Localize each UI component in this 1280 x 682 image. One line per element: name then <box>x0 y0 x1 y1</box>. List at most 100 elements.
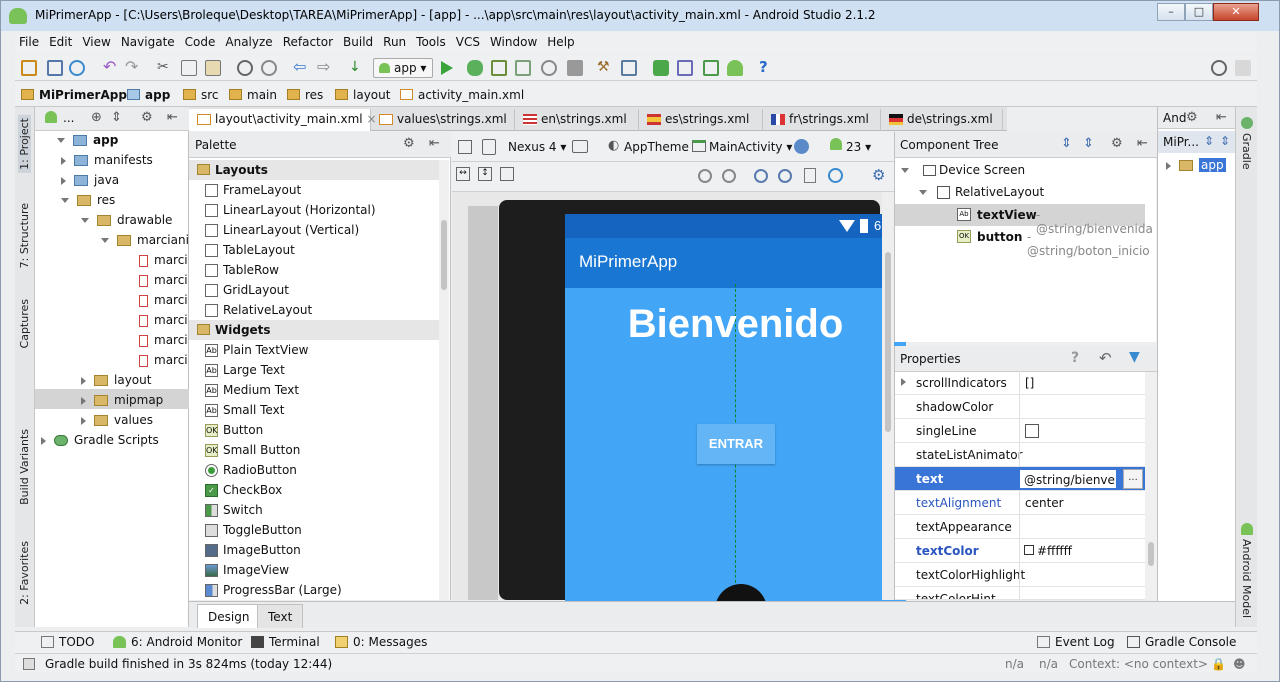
breadcrumb-src[interactable]: src <box>183 88 219 102</box>
menu-help[interactable]: Help <box>543 33 580 49</box>
menu-run[interactable]: Run <box>379 33 412 49</box>
screenshot-icon[interactable] <box>804 168 816 183</box>
terminal-tab[interactable]: Terminal <box>251 635 320 649</box>
menu-analyze[interactable]: Analyze <box>221 33 278 49</box>
hide-panel-icon[interactable]: ⇤ <box>1137 136 1148 151</box>
orientation-icon[interactable] <box>572 140 588 153</box>
palette-item[interactable]: TableLayout <box>189 240 439 260</box>
tab-text[interactable]: Text <box>257 604 304 628</box>
gear-icon[interactable]: ⚙ <box>403 136 415 151</box>
welcome-textview[interactable]: Bienvenido <box>565 302 906 347</box>
maximize-button[interactable]: □ <box>1185 3 1213 21</box>
make-icon[interactable]: ↓ <box>349 60 365 76</box>
breadcrumb-file[interactable]: activity_main.xml <box>400 88 524 102</box>
hide-panel-icon[interactable]: ⇤ <box>429 136 440 151</box>
palette-item[interactable]: RelativeLayout <box>189 300 439 320</box>
tree-item-mipmap[interactable]: mipmap <box>81 393 163 407</box>
property-value[interactable] <box>1019 587 1145 599</box>
tab-de-strings[interactable]: de\strings.xml <box>881 109 1003 131</box>
stop-icon[interactable] <box>567 60 583 76</box>
filter-icon[interactable]: ▼ <box>1129 349 1140 365</box>
property-value[interactable]: [] <box>1019 371 1145 395</box>
undo-icon[interactable]: ↶ <box>103 59 119 76</box>
breadcrumb-res[interactable]: res <box>287 88 323 102</box>
tree-relative-layout[interactable]: RelativeLayout <box>919 185 1044 199</box>
sync-icon[interactable] <box>69 60 85 76</box>
profile-icon[interactable] <box>491 60 507 76</box>
palette-item[interactable]: Ab Medium Text <box>189 380 439 400</box>
property-value[interactable] <box>1019 515 1145 539</box>
palette-item[interactable]: FrameLayout <box>189 180 439 200</box>
tree-item-java[interactable]: java <box>61 173 119 187</box>
property-value[interactable] <box>1019 443 1145 467</box>
expand-all-icon[interactable]: ⇕ <box>1061 136 1072 151</box>
property-row[interactable]: singleLine <box>895 419 1145 443</box>
palette-scrollbar[interactable] <box>439 160 449 600</box>
cut-icon[interactable]: ✂ <box>157 60 173 76</box>
gradle-sync-icon[interactable] <box>653 60 669 76</box>
menu-refactor[interactable]: Refactor <box>279 33 339 49</box>
tab-fr-strings[interactable]: fr\strings.xml <box>763 109 881 131</box>
tree-item-file[interactable]: marci <box>139 293 188 307</box>
breadcrumb-app[interactable]: app <box>127 88 170 102</box>
activity-dropdown[interactable]: MainActivity ▾ <box>709 140 792 154</box>
tree-item-layout[interactable]: layout <box>81 373 151 387</box>
attach-debugger-icon[interactable] <box>515 60 531 76</box>
scroll-thumb[interactable] <box>1148 542 1154 566</box>
user-icon[interactable] <box>1235 60 1251 76</box>
run-config-dropdown[interactable]: app ▾ <box>373 58 433 78</box>
copy-icon[interactable] <box>181 60 197 76</box>
gradle-console-tab[interactable]: Gradle Console <box>1127 635 1236 649</box>
hide-panel-icon[interactable]: ⇤ <box>167 110 178 125</box>
fit-width-icon[interactable]: ↔ <box>456 167 470 181</box>
property-value[interactable]: #ffffff <box>1037 544 1072 558</box>
event-log-tab[interactable]: Event Log <box>1037 635 1115 649</box>
menu-build[interactable]: Build <box>339 33 379 49</box>
minimize-button[interactable]: – <box>1157 3 1185 21</box>
tab-values-strings[interactable]: values\strings.xml <box>371 109 515 131</box>
breadcrumb-project[interactable]: MiPrimerApp <box>21 88 127 102</box>
tab-gradle[interactable]: Gradle <box>1240 133 1253 170</box>
globe-icon[interactable] <box>794 139 809 154</box>
property-row[interactable]: textColorHint <box>895 587 1145 600</box>
refresh-icon[interactable] <box>828 168 843 183</box>
palette-item[interactable]: LinearLayout (Horizontal) <box>189 200 439 220</box>
menu-tools[interactable]: Tools <box>412 33 452 49</box>
property-row[interactable]: textColor #ffffff <box>895 539 1145 563</box>
tab-structure[interactable]: 7: Structure <box>18 203 31 268</box>
tree-row-selected[interactable]: Ab textView - @string/bienvenida <box>895 204 1153 236</box>
theme-dropdown[interactable]: AppTheme <box>624 140 689 154</box>
tab-en-strings[interactable]: en\strings.xml <box>515 109 639 131</box>
property-value[interactable]: center <box>1019 491 1145 515</box>
tree-item-res[interactable]: res <box>61 193 115 207</box>
menu-edit[interactable]: Edit <box>45 33 78 49</box>
palette-item[interactable]: TableRow <box>189 260 439 280</box>
tree-item-app[interactable]: app <box>57 133 118 147</box>
tab-build-variants[interactable]: Build Variants <box>18 429 31 505</box>
palette-group-layouts[interactable]: Layouts <box>189 160 439 180</box>
paste-icon[interactable] <box>205 60 221 76</box>
tree-item-drawable[interactable]: drawable <box>81 213 172 227</box>
property-row[interactable]: shadowColor <box>895 395 1145 419</box>
todo-tab[interactable]: TODO <box>41 635 94 649</box>
hide-panel-icon[interactable]: ⇤ <box>1216 110 1227 125</box>
palette-item[interactable]: ToggleButton <box>189 520 439 540</box>
messages-tab[interactable]: 0: Messages <box>335 635 427 649</box>
breadcrumb-layout[interactable]: layout <box>335 88 390 102</box>
zoom-fit-icon[interactable] <box>500 167 514 181</box>
tab-android-model[interactable]: Android Model <box>1240 539 1253 618</box>
collapse-icon[interactable]: ⇕ <box>111 110 122 125</box>
tree-row-button[interactable]: OK button - @string/boton_inicio <box>895 226 1150 258</box>
design-mode-icon[interactable] <box>458 140 472 154</box>
restore-default-icon[interactable]: ↶ <box>1099 349 1112 367</box>
layout-canvas[interactable]: 6:00 MiPrimerApp Bienvenido ENTRAR <box>452 192 906 614</box>
tab-activity-main[interactable]: layout\activity_main.xml × <box>189 109 377 131</box>
zoom-out-icon[interactable] <box>778 169 792 183</box>
android-monitor-tab[interactable]: 6: Android Monitor <box>113 635 242 649</box>
menu-code[interactable]: Code <box>181 33 222 49</box>
settings-gear-icon[interactable]: ⚙ <box>872 166 885 184</box>
palette-item[interactable]: OK Small Button <box>189 440 439 460</box>
tree-item-values[interactable]: values <box>81 413 153 427</box>
palette-item[interactable]: GridLayout <box>189 280 439 300</box>
gear-icon[interactable]: ⚙ <box>1111 136 1123 151</box>
